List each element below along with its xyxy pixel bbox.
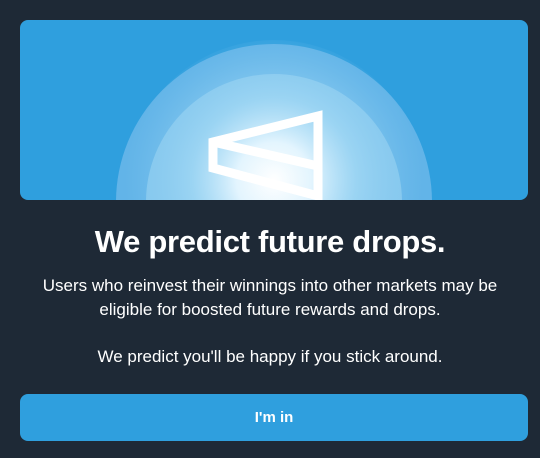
modal-title: We predict future drops.	[94, 224, 446, 259]
confirm-button[interactable]: I'm in	[20, 394, 528, 441]
hero-glow	[124, 40, 424, 200]
modal-description: Users who reinvest their winnings into o…	[42, 276, 498, 319]
hero-banner	[20, 20, 528, 200]
hero-illustration	[116, 40, 432, 200]
modal-tagline: We predict you'll be happy if you stick …	[97, 347, 443, 366]
reward-drops-modal: We predict future drops. Users who reinv…	[0, 0, 540, 458]
